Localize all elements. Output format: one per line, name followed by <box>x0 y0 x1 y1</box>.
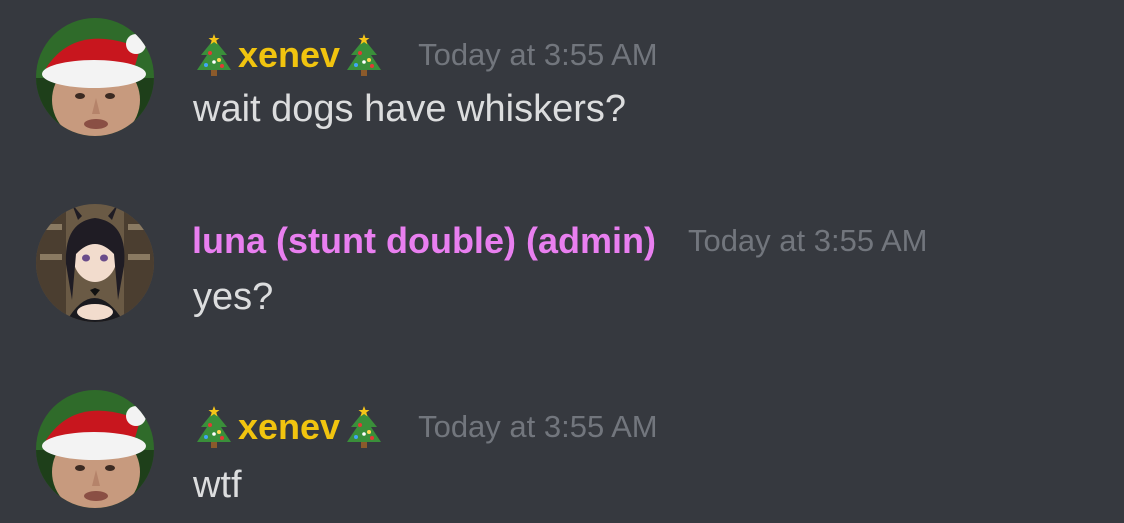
username[interactable]: xenev <box>238 406 340 448</box>
christmas-tree-icon <box>192 405 236 449</box>
message-header: xenev Today at 3:55 AM <box>192 402 658 452</box>
timestamp[interactable]: Today at 3:55 AM <box>418 409 658 445</box>
message-item: xenev Today at 3:55 AM wait dogs have wh… <box>0 14 1124 144</box>
username[interactable]: xenev <box>238 34 340 76</box>
chat-messages: xenev Today at 3:55 AM wait dogs have wh… <box>0 0 1124 523</box>
christmas-tree-icon <box>342 33 386 77</box>
avatar[interactable] <box>36 18 154 136</box>
message-text: wtf <box>193 464 242 506</box>
christmas-tree-icon <box>192 33 236 77</box>
message-header: luna (stunt double) (admin) Today at 3:5… <box>192 216 928 266</box>
avatar[interactable] <box>36 390 154 508</box>
avatar[interactable] <box>36 204 154 322</box>
timestamp[interactable]: Today at 3:55 AM <box>418 37 658 73</box>
username[interactable]: luna (stunt double) (admin) <box>192 220 656 262</box>
timestamp[interactable]: Today at 3:55 AM <box>688 223 928 259</box>
christmas-tree-icon <box>342 405 386 449</box>
message-item: xenev Today at 3:55 AM wtf <box>0 386 1124 516</box>
message-header: xenev Today at 3:55 AM <box>192 30 658 80</box>
message-item: luna (stunt double) (admin) Today at 3:5… <box>0 200 1124 330</box>
message-text: wait dogs have whiskers? <box>193 88 626 130</box>
message-text: yes? <box>193 276 274 318</box>
